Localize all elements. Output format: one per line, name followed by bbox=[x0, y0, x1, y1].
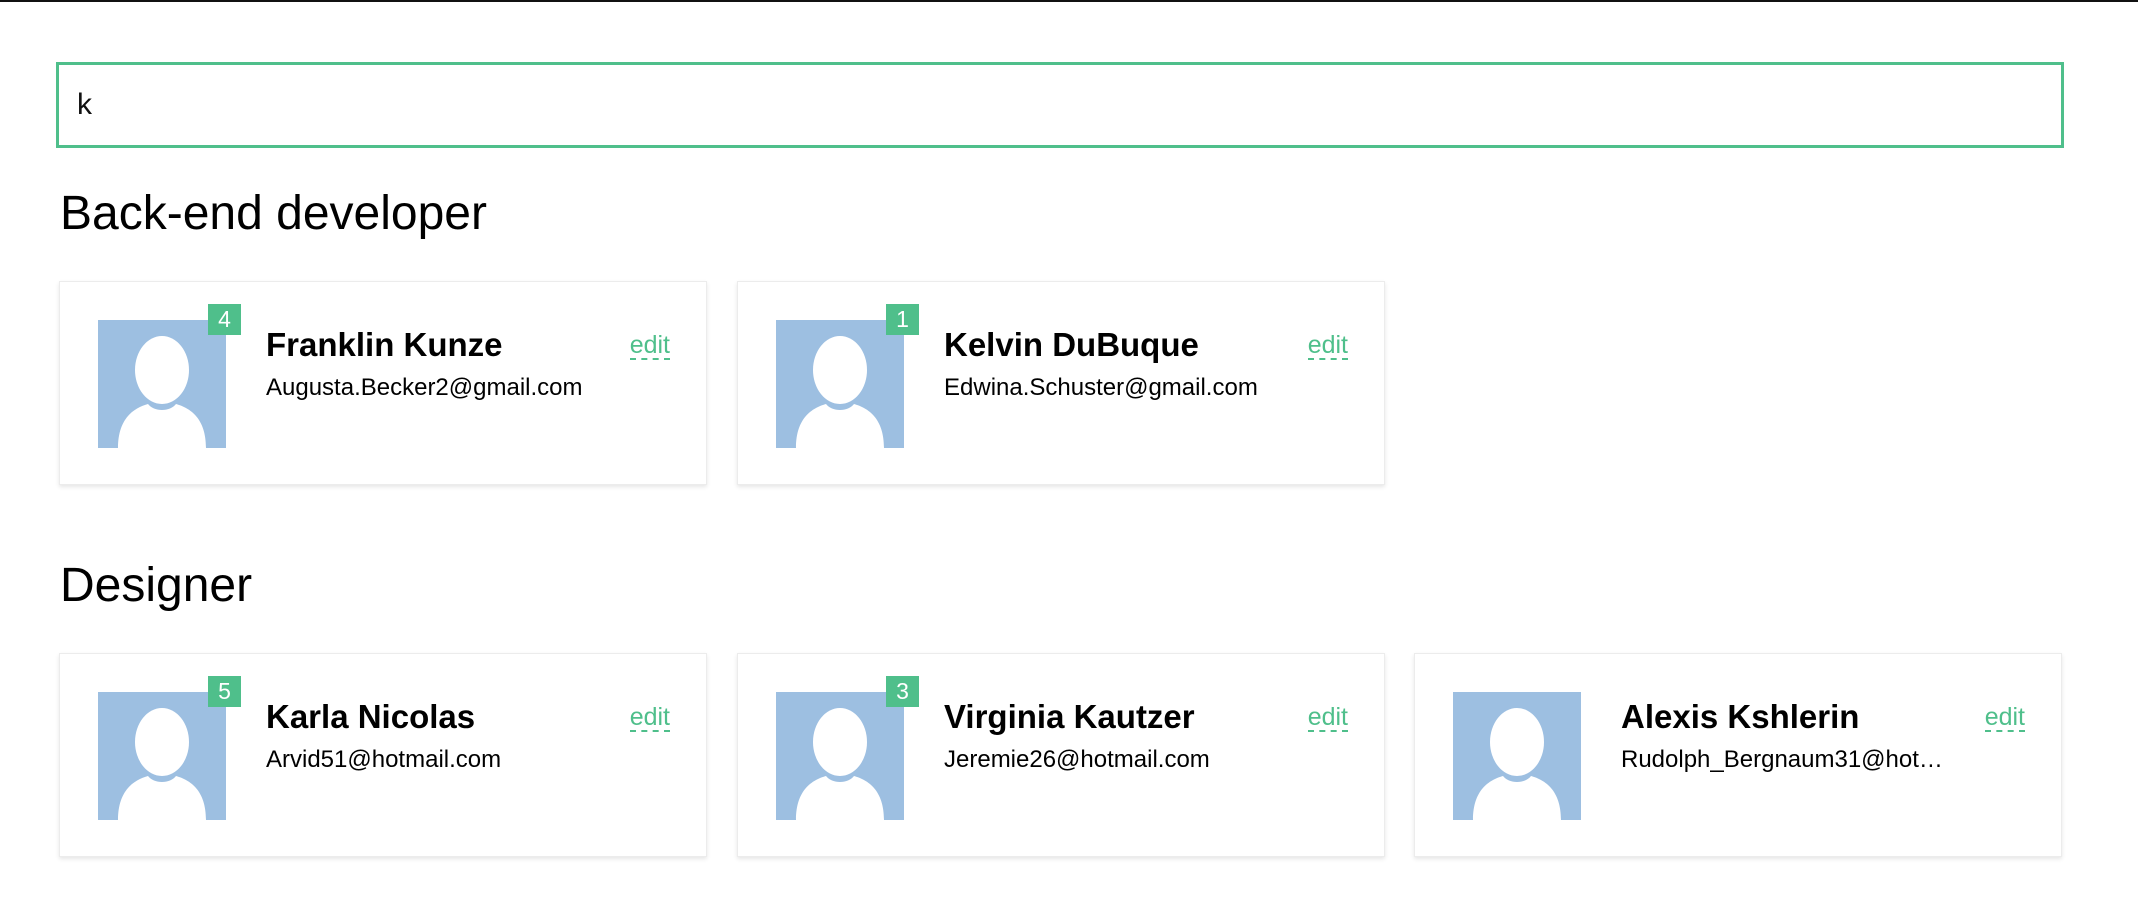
person-email: Edwina.Schuster@gmail.com bbox=[944, 374, 1258, 401]
count-badge: 1 bbox=[886, 304, 919, 335]
person-email: Rudolph_Bergnaum31@hotmail.com bbox=[1621, 746, 1961, 773]
person-email: Augusta.Becker2@gmail.com bbox=[266, 374, 583, 401]
top-border bbox=[0, 0, 2138, 2]
section-title-designer: Designer bbox=[60, 559, 253, 612]
user-silhouette-icon bbox=[796, 708, 884, 820]
person-name: Franklin Kunze bbox=[266, 326, 503, 363]
user-silhouette-icon bbox=[796, 336, 884, 448]
count-badge: 5 bbox=[208, 676, 241, 707]
person-name: Karla Nicolas bbox=[266, 698, 476, 735]
person-email: Jeremie26@hotmail.com bbox=[944, 746, 1210, 773]
person-name: Kelvin DuBuque bbox=[944, 326, 1199, 363]
person-name: Alexis Kshlerin bbox=[1621, 698, 1860, 735]
person-name: Virginia Kautzer bbox=[944, 698, 1195, 735]
user-silhouette-icon bbox=[118, 336, 206, 448]
person-card: Alexis Kshlerin Rudolph_Bergnaum31@hotma… bbox=[1414, 653, 2062, 857]
count-badge: 4 bbox=[208, 304, 241, 335]
person-card: 3 Virginia Kautzer Jeremie26@hotmail.com… bbox=[737, 653, 1385, 857]
avatar bbox=[98, 692, 226, 820]
count-badge: 3 bbox=[886, 676, 919, 707]
person-email: Arvid51@hotmail.com bbox=[266, 746, 502, 773]
person-card: 1 Kelvin DuBuque Edwina.Schuster@gmail.c… bbox=[737, 281, 1385, 485]
avatar bbox=[776, 320, 904, 448]
edit-link[interactable]: edit bbox=[1984, 704, 2025, 733]
person-card: 5 Karla Nicolas Arvid51@hotmail.com edit bbox=[59, 653, 707, 857]
edit-link[interactable]: edit bbox=[1307, 704, 1348, 733]
avatar bbox=[98, 320, 226, 448]
avatar bbox=[1453, 692, 1581, 820]
section-title-backend: Back-end developer bbox=[60, 187, 487, 240]
search-input[interactable] bbox=[59, 65, 2061, 145]
person-card: 4 Franklin Kunze Augusta.Becker2@gmail.c… bbox=[59, 281, 707, 485]
search-box[interactable] bbox=[56, 62, 2064, 148]
avatar bbox=[776, 692, 904, 820]
edit-link[interactable]: edit bbox=[1307, 332, 1348, 361]
user-silhouette-icon bbox=[118, 708, 206, 820]
user-silhouette-icon bbox=[1473, 708, 1561, 820]
edit-link[interactable]: edit bbox=[629, 704, 670, 733]
edit-link[interactable]: edit bbox=[629, 332, 670, 361]
